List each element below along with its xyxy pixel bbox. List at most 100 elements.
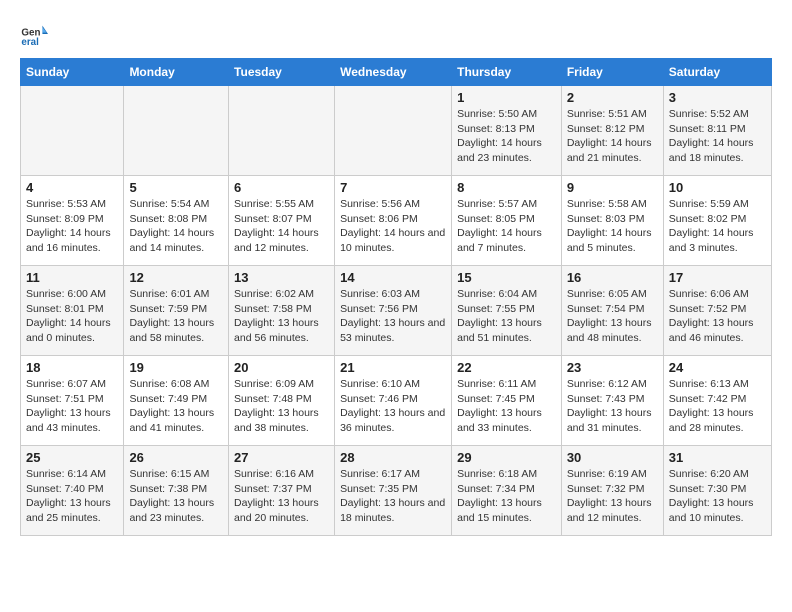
calendar-cell: 30 Sunrise: 6:19 AMSunset: 7:32 PMDayligh…	[561, 446, 663, 536]
cell-date: 20	[234, 360, 329, 375]
calendar-table: SundayMondayTuesdayWednesdayThursdayFrid…	[20, 58, 772, 536]
calendar-cell: 21 Sunrise: 6:10 AMSunset: 7:46 PMDayligh…	[335, 356, 452, 446]
week-row-1: 1 Sunrise: 5:50 AMSunset: 8:13 PMDaylight…	[21, 86, 772, 176]
calendar-cell: 6 Sunrise: 5:55 AMSunset: 8:07 PMDaylight…	[229, 176, 335, 266]
calendar-cell: 9 Sunrise: 5:58 AMSunset: 8:03 PMDaylight…	[561, 176, 663, 266]
calendar-cell: 7Sunrise: 5:56 AMSunset: 8:06 PMDaylight…	[335, 176, 452, 266]
cell-date: 24	[669, 360, 766, 375]
calendar-cell: 18Sunrise: 6:07 AMSunset: 7:51 PMDayligh…	[21, 356, 124, 446]
cell-date: 10	[669, 180, 766, 195]
calendar-cell: 11Sunrise: 6:00 AMSunset: 8:01 PMDayligh…	[21, 266, 124, 356]
cell-info: Sunrise: 6:16 AMSunset: 7:37 PMDaylight:…	[234, 467, 329, 526]
calendar-cell: 27 Sunrise: 6:16 AMSunset: 7:37 PMDayligh…	[229, 446, 335, 536]
calendar-cell: 23 Sunrise: 6:12 AMSunset: 7:43 PMDayligh…	[561, 356, 663, 446]
cell-date: 1	[457, 90, 556, 105]
cell-info: Sunrise: 6:17 AMSunset: 7:35 PMDaylight:…	[340, 467, 446, 526]
cell-date: 19	[129, 360, 223, 375]
week-row-4: 18Sunrise: 6:07 AMSunset: 7:51 PMDayligh…	[21, 356, 772, 446]
cell-info: Sunrise: 5:53 AMSunset: 8:09 PMDaylight:…	[26, 197, 118, 256]
calendar-cell: 26 Sunrise: 6:15 AMSunset: 7:38 PMDayligh…	[124, 446, 229, 536]
cell-info: Sunrise: 5:54 AMSunset: 8:08 PMDaylight:…	[129, 197, 223, 256]
cell-date: 16	[567, 270, 658, 285]
calendar-cell: 5Sunrise: 5:54 AMSunset: 8:08 PMDaylight…	[124, 176, 229, 266]
cell-date: 14	[340, 270, 446, 285]
cell-info: Sunrise: 5:51 AMSunset: 8:12 PMDaylight:…	[567, 107, 658, 166]
cell-info: Sunrise: 5:56 AMSunset: 8:06 PMDaylight:…	[340, 197, 446, 256]
calendar-cell: 2 Sunrise: 5:51 AMSunset: 8:12 PMDaylight…	[561, 86, 663, 176]
header-row: SundayMondayTuesdayWednesdayThursdayFrid…	[21, 59, 772, 86]
calendar-cell: 16Sunrise: 6:05 AMSunset: 7:54 PMDayligh…	[561, 266, 663, 356]
cell-info: Sunrise: 5:59 AMSunset: 8:02 PMDaylight:…	[669, 197, 766, 256]
cell-info: Sunrise: 5:52 AMSunset: 8:11 PMDaylight:…	[669, 107, 766, 166]
calendar-cell: 24 Sunrise: 6:13 AMSunset: 7:42 PMDayligh…	[663, 356, 771, 446]
cell-date: 8	[457, 180, 556, 195]
cell-date: 17	[669, 270, 766, 285]
cell-date: 2	[567, 90, 658, 105]
header-day-sunday: Sunday	[21, 59, 124, 86]
cell-date: 3	[669, 90, 766, 105]
calendar-cell: 15 Sunrise: 6:04 AMSunset: 7:55 PMDayligh…	[452, 266, 562, 356]
cell-info: Sunrise: 6:02 AMSunset: 7:58 PMDaylight:…	[234, 287, 329, 346]
cell-info: Sunrise: 6:11 AMSunset: 7:45 PMDaylight:…	[457, 377, 556, 436]
cell-info: Sunrise: 6:13 AMSunset: 7:42 PMDaylight:…	[669, 377, 766, 436]
page-header: Gen eral	[20, 20, 772, 48]
cell-info: Sunrise: 6:01 AMSunset: 7:59 PMDaylight:…	[129, 287, 223, 346]
cell-info: Sunrise: 6:20 AMSunset: 7:30 PMDaylight:…	[669, 467, 766, 526]
cell-info: Sunrise: 6:14 AMSunset: 7:40 PMDaylight:…	[26, 467, 118, 526]
calendar-cell: 12 Sunrise: 6:01 AMSunset: 7:59 PMDayligh…	[124, 266, 229, 356]
header-day-saturday: Saturday	[663, 59, 771, 86]
cell-date: 21	[340, 360, 446, 375]
cell-date: 26	[129, 450, 223, 465]
cell-date: 15	[457, 270, 556, 285]
calendar-cell: 28 Sunrise: 6:17 AMSunset: 7:35 PMDayligh…	[335, 446, 452, 536]
cell-date: 25	[26, 450, 118, 465]
week-row-2: 4 Sunrise: 5:53 AMSunset: 8:09 PMDaylight…	[21, 176, 772, 266]
cell-date: 11	[26, 270, 118, 285]
week-row-3: 11Sunrise: 6:00 AMSunset: 8:01 PMDayligh…	[21, 266, 772, 356]
cell-date: 27	[234, 450, 329, 465]
cell-info: Sunrise: 5:50 AMSunset: 8:13 PMDaylight:…	[457, 107, 556, 166]
week-row-5: 25 Sunrise: 6:14 AMSunset: 7:40 PMDayligh…	[21, 446, 772, 536]
cell-date: 18	[26, 360, 118, 375]
cell-date: 9	[567, 180, 658, 195]
cell-info: Sunrise: 6:12 AMSunset: 7:43 PMDaylight:…	[567, 377, 658, 436]
cell-info: Sunrise: 6:15 AMSunset: 7:38 PMDaylight:…	[129, 467, 223, 526]
calendar-body: 1 Sunrise: 5:50 AMSunset: 8:13 PMDaylight…	[21, 86, 772, 536]
cell-date: 12	[129, 270, 223, 285]
calendar-cell: 8 Sunrise: 5:57 AMSunset: 8:05 PMDaylight…	[452, 176, 562, 266]
cell-date: 4	[26, 180, 118, 195]
calendar-cell: 10 Sunrise: 5:59 AMSunset: 8:02 PMDayligh…	[663, 176, 771, 266]
cell-info: Sunrise: 6:03 AMSunset: 7:56 PMDaylight:…	[340, 287, 446, 346]
cell-date: 29	[457, 450, 556, 465]
calendar-cell: 3 Sunrise: 5:52 AMSunset: 8:11 PMDaylight…	[663, 86, 771, 176]
calendar-cell: 1 Sunrise: 5:50 AMSunset: 8:13 PMDaylight…	[452, 86, 562, 176]
cell-date: 30	[567, 450, 658, 465]
cell-info: Sunrise: 5:57 AMSunset: 8:05 PMDaylight:…	[457, 197, 556, 256]
cell-info: Sunrise: 6:18 AMSunset: 7:34 PMDaylight:…	[457, 467, 556, 526]
svg-text:eral: eral	[21, 37, 39, 48]
cell-info: Sunrise: 6:06 AMSunset: 7:52 PMDaylight:…	[669, 287, 766, 346]
logo-icon: Gen eral	[20, 20, 48, 48]
cell-date: 22	[457, 360, 556, 375]
calendar-cell	[335, 86, 452, 176]
cell-info: Sunrise: 5:55 AMSunset: 8:07 PMDaylight:…	[234, 197, 329, 256]
calendar-cell: 20 Sunrise: 6:09 AMSunset: 7:48 PMDayligh…	[229, 356, 335, 446]
cell-date: 23	[567, 360, 658, 375]
calendar-cell: 17 Sunrise: 6:06 AMSunset: 7:52 PMDayligh…	[663, 266, 771, 356]
cell-info: Sunrise: 5:58 AMSunset: 8:03 PMDaylight:…	[567, 197, 658, 256]
calendar-cell: 25 Sunrise: 6:14 AMSunset: 7:40 PMDayligh…	[21, 446, 124, 536]
header-day-monday: Monday	[124, 59, 229, 86]
header-day-wednesday: Wednesday	[335, 59, 452, 86]
calendar-cell	[21, 86, 124, 176]
calendar-cell: 14 Sunrise: 6:03 AMSunset: 7:56 PMDayligh…	[335, 266, 452, 356]
cell-date: 6	[234, 180, 329, 195]
cell-info: Sunrise: 6:10 AMSunset: 7:46 PMDaylight:…	[340, 377, 446, 436]
calendar-cell: 22 Sunrise: 6:11 AMSunset: 7:45 PMDayligh…	[452, 356, 562, 446]
cell-info: Sunrise: 6:19 AMSunset: 7:32 PMDaylight:…	[567, 467, 658, 526]
calendar-cell: 13 Sunrise: 6:02 AMSunset: 7:58 PMDayligh…	[229, 266, 335, 356]
cell-info: Sunrise: 6:09 AMSunset: 7:48 PMDaylight:…	[234, 377, 329, 436]
calendar-header: SundayMondayTuesdayWednesdayThursdayFrid…	[21, 59, 772, 86]
cell-date: 28	[340, 450, 446, 465]
cell-date: 13	[234, 270, 329, 285]
cell-info: Sunrise: 6:04 AMSunset: 7:55 PMDaylight:…	[457, 287, 556, 346]
